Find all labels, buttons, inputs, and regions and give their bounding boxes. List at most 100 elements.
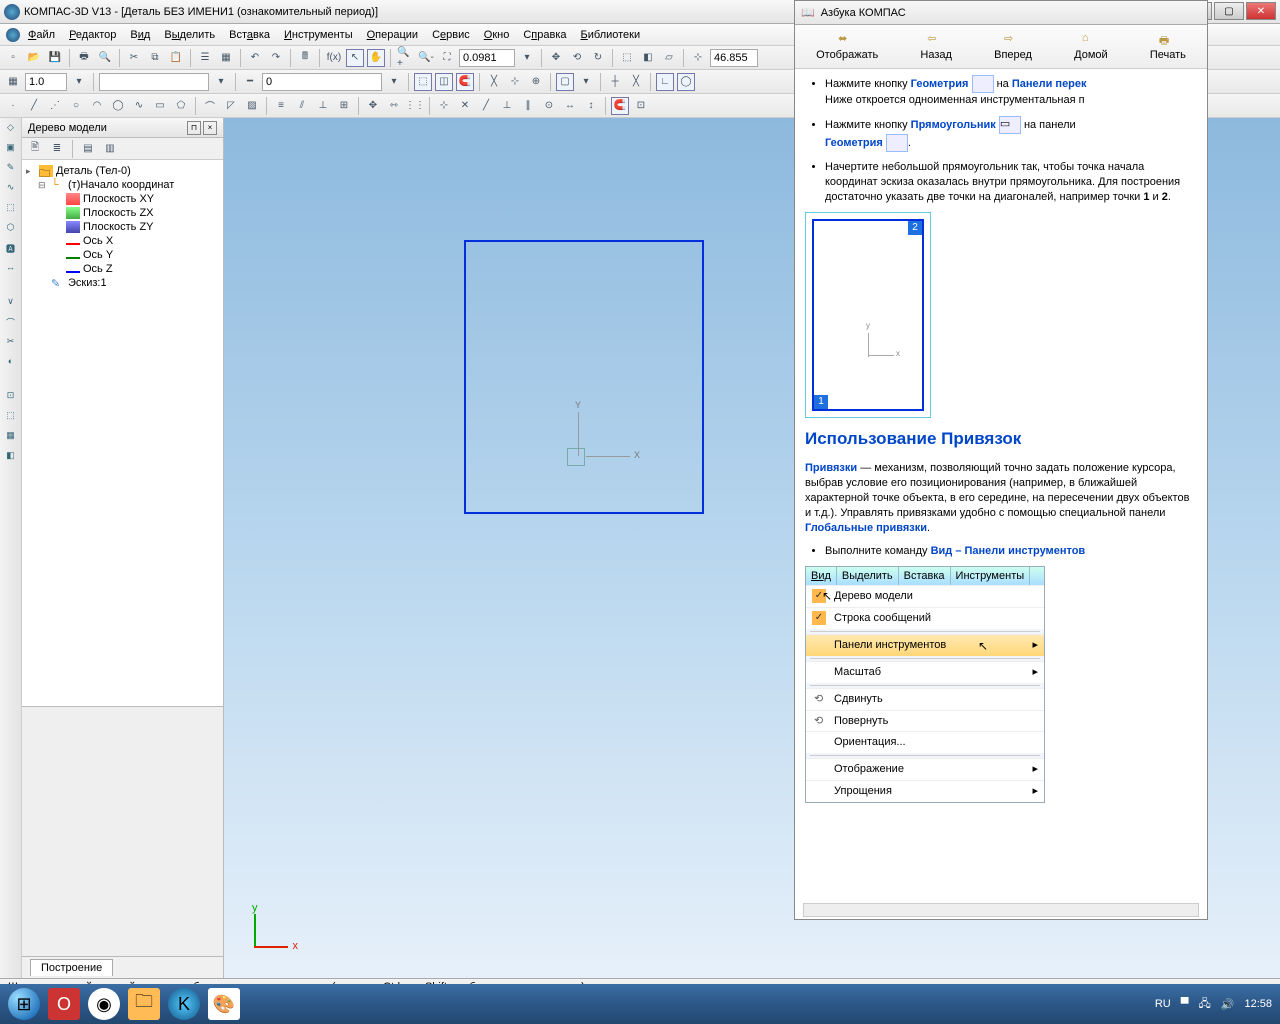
menu-tools[interactable]: Инструменты: [278, 27, 359, 43]
vt-n-icon[interactable]: ⬚: [3, 410, 19, 426]
tree-sketch[interactable]: Эскиз:1: [68, 277, 107, 289]
cut-icon[interactable]: ✂: [125, 49, 143, 67]
menu-select[interactable]: Выделить: [158, 27, 221, 43]
tree-pzx[interactable]: Плоскость ZX: [83, 207, 154, 219]
lang-indicator[interactable]: RU: [1155, 998, 1171, 1010]
vt-c-icon[interactable]: ✎: [3, 162, 19, 178]
snap-b-icon[interactable]: ◫: [435, 73, 453, 91]
zoom-input[interactable]: [459, 49, 515, 67]
maximize-button[interactable]: ▢: [1214, 2, 1244, 20]
menu-libs[interactable]: Библиотеки: [575, 27, 647, 43]
spline-icon[interactable]: ∿: [130, 97, 148, 115]
preview-icon[interactable]: 🔍: [96, 49, 114, 67]
tree-close-icon[interactable]: ×: [203, 121, 217, 135]
tog-b-icon[interactable]: ▾: [577, 73, 595, 91]
vt-a-icon[interactable]: ◇: [3, 122, 19, 138]
menu-help[interactable]: Справка: [517, 27, 572, 43]
constr-g-icon[interactable]: ↕: [582, 97, 600, 115]
offset-icon[interactable]: ⫽: [293, 97, 311, 115]
menu-edit[interactable]: Редактор: [63, 27, 122, 43]
tree-tb-d-icon[interactable]: ▥: [101, 140, 119, 158]
vt-m-icon[interactable]: ⊡: [3, 390, 19, 406]
vt-k-icon[interactable]: ✂: [3, 336, 19, 352]
tree-origin[interactable]: (т)Начало координат: [68, 179, 174, 191]
net-icon[interactable]: 🖧: [1199, 995, 1211, 1014]
paint-icon[interactable]: 🎨: [208, 988, 240, 1020]
tree-body[interactable]: ▸🗀Деталь (Тел-0) ⊟└(т)Начало координат П…: [22, 160, 223, 706]
constr-e-icon[interactable]: ⊙: [540, 97, 558, 115]
constr-a-icon[interactable]: ✕: [456, 97, 474, 115]
rect-icon[interactable]: ▭: [151, 97, 169, 115]
layer-dd[interactable]: ▾: [212, 73, 230, 91]
ellipse-icon[interactable]: ◯: [109, 97, 127, 115]
zoom-out-icon[interactable]: 🔍-: [417, 49, 435, 67]
val2-dd[interactable]: ▾: [385, 73, 403, 91]
shade-icon[interactable]: ◧: [639, 49, 657, 67]
linestyle-icon[interactable]: ━: [241, 73, 259, 91]
vt-i-icon[interactable]: ∨: [3, 296, 19, 312]
circle-icon[interactable]: ○: [67, 97, 85, 115]
tree-pzy[interactable]: Плоскость ZY: [83, 221, 154, 233]
point-icon[interactable]: ·: [4, 97, 22, 115]
snap2-icon[interactable]: ╳: [627, 73, 645, 91]
hatch-icon[interactable]: ▨: [243, 97, 261, 115]
save-icon[interactable]: 💾: [46, 49, 64, 67]
tool-b-icon[interactable]: ▦: [217, 49, 235, 67]
snap-c-icon[interactable]: 🧲: [456, 73, 474, 91]
help-print-button[interactable]: 🖶Печать: [1150, 32, 1186, 61]
poly-icon[interactable]: ⬠: [172, 97, 190, 115]
explorer-icon[interactable]: 🗀: [128, 988, 160, 1020]
pan-icon[interactable]: ✥: [547, 49, 565, 67]
tree-oz[interactable]: Ось Z: [83, 263, 113, 275]
scale-dd[interactable]: ▾: [70, 73, 88, 91]
vt-h-icon[interactable]: ↔: [3, 262, 19, 278]
tree-pin-icon[interactable]: ⊓: [187, 121, 201, 135]
wire-icon[interactable]: ⬚: [618, 49, 636, 67]
magnet-icon[interactable]: 🧲: [611, 97, 629, 115]
cursor-icon[interactable]: ↖: [346, 49, 364, 67]
tog-a-icon[interactable]: ▢: [556, 73, 574, 91]
menu-file[interactable]: Файл: [22, 27, 61, 43]
tree-tb-a-icon[interactable]: 🖹: [26, 140, 44, 158]
pattern-icon[interactable]: ⋮⋮: [406, 97, 424, 115]
copy-icon[interactable]: ⧉: [146, 49, 164, 67]
vt-j-icon[interactable]: ⌒: [3, 316, 19, 332]
dim-a-icon[interactable]: ╳: [485, 73, 503, 91]
help-scroll-h[interactable]: [803, 903, 1199, 917]
persp-icon[interactable]: ▱: [660, 49, 678, 67]
vt-e-icon[interactable]: ⬚: [3, 202, 19, 218]
dim-c-icon[interactable]: ⊕: [527, 73, 545, 91]
tree-pxy[interactable]: Плоскость XY: [83, 193, 154, 205]
help-home-button[interactable]: ⌂Домой: [1074, 32, 1108, 61]
chamfer-icon[interactable]: ◸: [222, 97, 240, 115]
tab-build[interactable]: Построение: [30, 959, 113, 976]
constr-f-icon[interactable]: ↔: [561, 97, 579, 115]
constr-c-icon[interactable]: ⊥: [498, 97, 516, 115]
round-icon[interactable]: ◯: [677, 73, 695, 91]
constr-b-icon[interactable]: ╱: [477, 97, 495, 115]
zoom-fit-icon[interactable]: ⛶: [438, 49, 456, 67]
grid-icon[interactable]: ▦: [4, 73, 22, 91]
vt-f-icon[interactable]: ⬡: [3, 222, 19, 238]
tree-tb-b-icon[interactable]: ≣: [48, 140, 66, 158]
help-body[interactable]: Нажмите кнопку Геометрия на Панели перек…: [795, 69, 1207, 919]
snap1-icon[interactable]: ┼: [606, 73, 624, 91]
aux-line-icon[interactable]: ⋰: [46, 97, 64, 115]
snap-a-icon[interactable]: ⬚: [414, 73, 432, 91]
redo-icon[interactable]: ↷: [267, 49, 285, 67]
vt-p-icon[interactable]: ◧: [3, 450, 19, 466]
hand-icon[interactable]: ✋: [367, 49, 385, 67]
paste-icon[interactable]: 📋: [167, 49, 185, 67]
props-icon[interactable]: ☰: [196, 49, 214, 67]
mirror-icon[interactable]: ⇿: [385, 97, 403, 115]
zoom-in-icon[interactable]: 🔍+: [396, 49, 414, 67]
vt-g-icon[interactable]: 🅰: [3, 242, 19, 258]
help-show-button[interactable]: ⬌Отображать: [816, 32, 878, 61]
csys-icon[interactable]: ⊹: [435, 97, 453, 115]
kompas-tb-icon[interactable]: K: [168, 988, 200, 1020]
flag-icon[interactable]: ▀: [1181, 998, 1189, 1010]
assemble-icon[interactable]: ⊞: [335, 97, 353, 115]
scale-input[interactable]: [25, 73, 67, 91]
vt-l-icon[interactable]: ◐: [3, 356, 19, 372]
move-icon[interactable]: ✥: [364, 97, 382, 115]
